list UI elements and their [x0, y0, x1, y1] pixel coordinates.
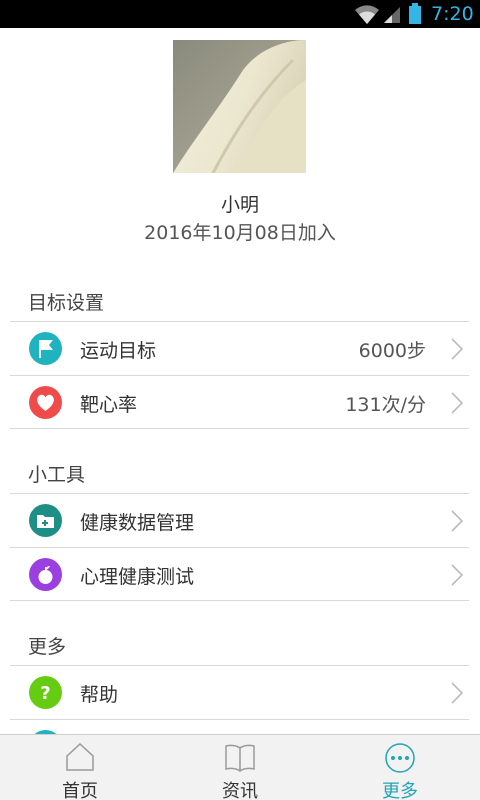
chevron-right-icon	[451, 392, 463, 414]
list-item-health-data[interactable]: 健康数据管理	[10, 493, 469, 547]
list-item-target-heart-rate[interactable]: 靶心率 131次/分	[10, 375, 469, 429]
list-item-label: 运动目标	[80, 340, 157, 362]
home-icon	[66, 742, 94, 771]
tab-home[interactable]: 首页	[0, 735, 160, 800]
list-item-value: 6000步	[358, 340, 426, 362]
book-icon	[225, 744, 255, 772]
list-item-exercise-goal[interactable]: 运动目标 6000步	[10, 321, 469, 375]
list-item-value: 131次/分	[345, 394, 426, 416]
list-item-help[interactable]: ? 帮助	[10, 665, 469, 719]
section-title-more: 更多	[28, 636, 67, 658]
svg-text:?: ?	[40, 683, 50, 704]
chevron-right-icon	[451, 510, 463, 532]
battery-icon	[409, 3, 421, 24]
tab-label: 资讯	[222, 781, 258, 800]
more-icon	[385, 743, 415, 773]
flag-icon	[29, 332, 62, 365]
list-item-mental-health-test[interactable]: 心理健康测试	[10, 547, 469, 601]
list-item-label: 健康数据管理	[80, 512, 195, 534]
status-time: 7:20	[431, 3, 474, 25]
list-item-label: 靶心率	[80, 394, 138, 416]
section-title-tools: 小工具	[28, 464, 86, 486]
section-title-goals: 目标设置	[28, 292, 105, 314]
tab-bar: 首页 资讯 更多	[0, 734, 480, 800]
list-item-label: 心理健康测试	[80, 566, 195, 588]
tab-news[interactable]: 资讯	[160, 735, 320, 800]
avatar[interactable]	[173, 40, 306, 173]
profile-join-date: 2016年10月08日加入	[144, 222, 336, 244]
status-bar: 7:20	[0, 0, 480, 28]
help-icon: ?	[29, 676, 62, 709]
chevron-right-icon	[451, 682, 463, 704]
wifi-icon	[355, 5, 379, 24]
chevron-right-icon	[451, 338, 463, 360]
heart-icon	[29, 386, 62, 419]
tab-label: 首页	[62, 781, 98, 800]
list-item-label: 帮助	[80, 684, 119, 706]
health-folder-icon	[29, 504, 62, 537]
tab-label: 更多	[382, 781, 418, 800]
profile-name: 小明	[220, 194, 259, 216]
chevron-right-icon	[451, 564, 463, 586]
tab-more[interactable]: 更多	[320, 735, 480, 800]
signal-icon	[384, 7, 400, 23]
apple-icon	[29, 558, 62, 591]
